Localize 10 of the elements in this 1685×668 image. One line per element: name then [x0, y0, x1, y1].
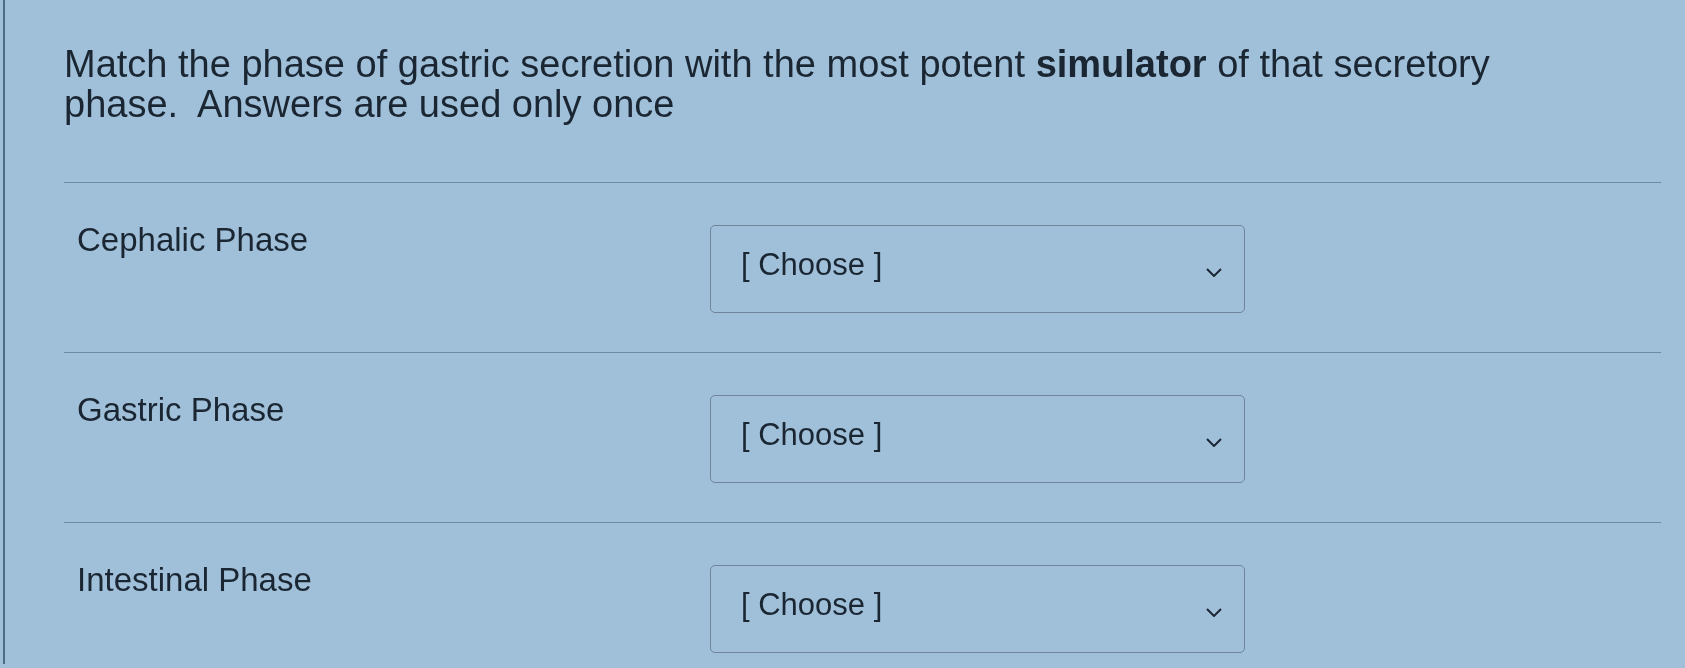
phase-label: Intestinal Phase: [77, 561, 313, 599]
phase-label: Cephalic Phase: [77, 221, 310, 259]
phase-label: Gastric Phase: [77, 391, 286, 429]
dropdown[interactable]: [ Choose ]: [710, 565, 1245, 653]
chevron-down-icon: [1206, 607, 1222, 617]
chevron-down-icon: [1206, 267, 1222, 277]
chevron-down-icon: [1206, 437, 1222, 447]
dropdown[interactable]: [ Choose ]: [710, 225, 1245, 313]
question-text: Match the phase of gastric secretion with the most potent simulator of that secretory phase. Answers are used only once: [64, 44, 1491, 124]
dropdown[interactable]: [ Choose ]: [710, 395, 1245, 483]
